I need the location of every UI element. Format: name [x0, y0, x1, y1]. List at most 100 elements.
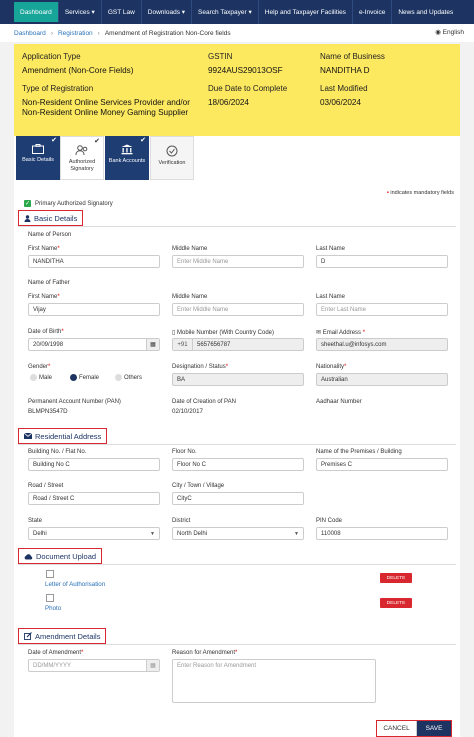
- road-input[interactable]: Road / Street C: [28, 492, 160, 505]
- amendment-reason-textarea[interactable]: Enter Reason for Amendment: [172, 659, 376, 703]
- district-label: District: [172, 518, 191, 524]
- nationality-input[interactable]: Australian: [316, 373, 448, 386]
- first-name-label: First Name*: [28, 246, 60, 252]
- father-middle-name-input[interactable]: Enter Middle Name: [172, 303, 304, 316]
- briefcase-icon: [32, 144, 44, 154]
- tab-bank-accounts[interactable]: ✔ Bank Accounts: [105, 136, 149, 180]
- check-circle-icon: [166, 145, 178, 157]
- nationality-label: Nationality*: [316, 364, 347, 370]
- tab-label: Basic Details: [22, 157, 54, 163]
- amendment-date-input[interactable]: DD/MM/YYYY ▦: [28, 659, 160, 672]
- last-modified-value: 03/06/2024: [320, 98, 361, 107]
- nav-downloads[interactable]: Downloads ▾: [142, 0, 193, 24]
- gender-male-radio[interactable]: Male: [30, 374, 52, 381]
- nav-services[interactable]: Services ▾: [59, 0, 102, 24]
- last-modified-label: Last Modified: [320, 84, 368, 93]
- breadcrumb-registration[interactable]: Registration: [58, 30, 93, 37]
- designation-input[interactable]: BA: [172, 373, 304, 386]
- cancel-button[interactable]: CANCEL: [377, 721, 417, 736]
- due-date-value: 18/06/2024: [208, 98, 249, 107]
- save-button[interactable]: SAVE: [417, 721, 451, 736]
- cloud-upload-icon: [24, 553, 33, 559]
- delete-button[interactable]: DELETE: [380, 573, 412, 583]
- nav-gst-law[interactable]: GST Law: [102, 0, 142, 24]
- building-input[interactable]: Building No C: [28, 458, 160, 471]
- mobile-label: ▯ Mobile Number (With Country Code): [172, 330, 275, 336]
- mandatory-note: • indicates mandatory fields: [386, 190, 454, 196]
- first-name-input[interactable]: NANDITHA: [28, 255, 160, 268]
- tab-verification[interactable]: Verification: [150, 136, 194, 180]
- radio-label: Others: [124, 374, 143, 381]
- nav-search-taxpayer[interactable]: Search Taxpayer ▾: [192, 0, 259, 24]
- father-last-name-label: Last Name: [316, 294, 346, 300]
- state-label: State: [28, 518, 43, 524]
- signatory-form: • indicates mandatory fields ✓ Primary A…: [14, 180, 460, 737]
- middle-name-input[interactable]: Enter Middle Name: [172, 255, 304, 268]
- city-input[interactable]: CityC: [172, 492, 304, 505]
- nav-dashboard[interactable]: Dashboard: [14, 2, 59, 22]
- gender-others-radio[interactable]: Others: [115, 374, 142, 381]
- name-person-heading: Name of Person: [28, 232, 72, 238]
- tab-label: Authorized Signatory: [68, 159, 96, 172]
- edit-icon: [24, 632, 32, 640]
- business-label: Name of Business: [320, 52, 385, 61]
- floor-input[interactable]: Floor No C: [172, 458, 304, 471]
- primary-signatory-label: Primary Authorized Signatory: [35, 200, 113, 207]
- image-icon: [46, 594, 54, 602]
- road-label: Road / Street: [28, 483, 64, 489]
- calendar-icon[interactable]: ▦: [146, 660, 159, 671]
- pan-date-label: Date of Creation of PAN: [172, 399, 236, 405]
- section-amendment-details: Amendment Details: [18, 628, 107, 644]
- language-selector[interactable]: ◉ English: [435, 28, 464, 36]
- breadcrumb-separator: ›: [50, 29, 53, 37]
- calendar-icon[interactable]: ▦: [146, 339, 159, 350]
- gender-female-radio[interactable]: Female: [70, 374, 99, 381]
- check-icon: ✔: [51, 137, 57, 144]
- state-select[interactable]: Delhi ▼: [28, 527, 160, 540]
- tab-authorized-signatory[interactable]: ✔ Authorized Signatory: [60, 136, 104, 180]
- app-type-label: Application Type: [22, 52, 81, 61]
- father-first-name-label: First Name*: [28, 294, 60, 300]
- name-father-heading: Name of Father: [28, 280, 70, 286]
- gender-label: Gender*: [28, 364, 51, 370]
- dob-input[interactable]: 20/09/1998 ▦: [28, 338, 160, 351]
- pan-date-value: 02/10/2017: [172, 408, 203, 415]
- floor-label: Floor No.: [172, 449, 197, 455]
- building-label: Building No. / Flat No.: [28, 449, 87, 455]
- nav-help[interactable]: Help and Taxpayer Facilities: [259, 0, 353, 24]
- document-link[interactable]: Photo: [45, 605, 61, 612]
- district-select[interactable]: North Delhi ▼: [172, 527, 304, 540]
- primary-signatory-checkbox[interactable]: ✓ Primary Authorized Signatory: [24, 200, 113, 207]
- breadcrumb-dashboard[interactable]: Dashboard: [14, 30, 46, 37]
- radio-circle: [30, 374, 37, 381]
- globe-icon: ◉: [435, 29, 441, 36]
- section-basic-details: Basic Details: [18, 210, 84, 226]
- email-input[interactable]: sheethal.u@infosys.com: [316, 338, 448, 351]
- father-last-name-input[interactable]: Enter Last Name: [316, 303, 448, 316]
- radio-label: Female: [79, 374, 100, 381]
- top-nav: Dashboard Services ▾ GST Law Downloads ▾…: [0, 0, 474, 24]
- pan-value: BLMPN3547D: [28, 408, 68, 415]
- amendment-reason-label: Reason for Amendment*: [172, 650, 238, 656]
- pin-input[interactable]: 110008: [316, 527, 448, 540]
- last-name-label: Last Name: [316, 246, 346, 252]
- app-type-value: Amendment (Non-Core Fields): [22, 66, 134, 75]
- delete-button[interactable]: DELETE: [380, 598, 412, 608]
- last-name-input[interactable]: D: [316, 255, 448, 268]
- divider: [18, 644, 456, 645]
- tab-basic-details[interactable]: ✔ Basic Details: [16, 136, 60, 180]
- amendment-date-label: Date of Amendment*: [28, 650, 84, 656]
- form-actions: CANCEL SAVE: [376, 720, 452, 737]
- reg-type-label: Type of Registration: [22, 84, 94, 93]
- premises-input[interactable]: Premises C: [316, 458, 448, 471]
- gstin-label: GSTIN: [208, 52, 233, 61]
- document-link[interactable]: Letter of Authorisation: [45, 581, 105, 588]
- divider: [18, 226, 456, 227]
- nav-news[interactable]: News and Updates: [392, 0, 459, 24]
- envelope-icon: [24, 433, 32, 439]
- mobile-input[interactable]: +91 5657656787: [172, 338, 304, 351]
- country-code: +91: [173, 339, 193, 350]
- father-first-name-input[interactable]: Vijay: [28, 303, 160, 316]
- premises-label: Name of the Premises / Building: [316, 449, 402, 455]
- nav-e-invoice[interactable]: e-Invoice: [353, 0, 393, 24]
